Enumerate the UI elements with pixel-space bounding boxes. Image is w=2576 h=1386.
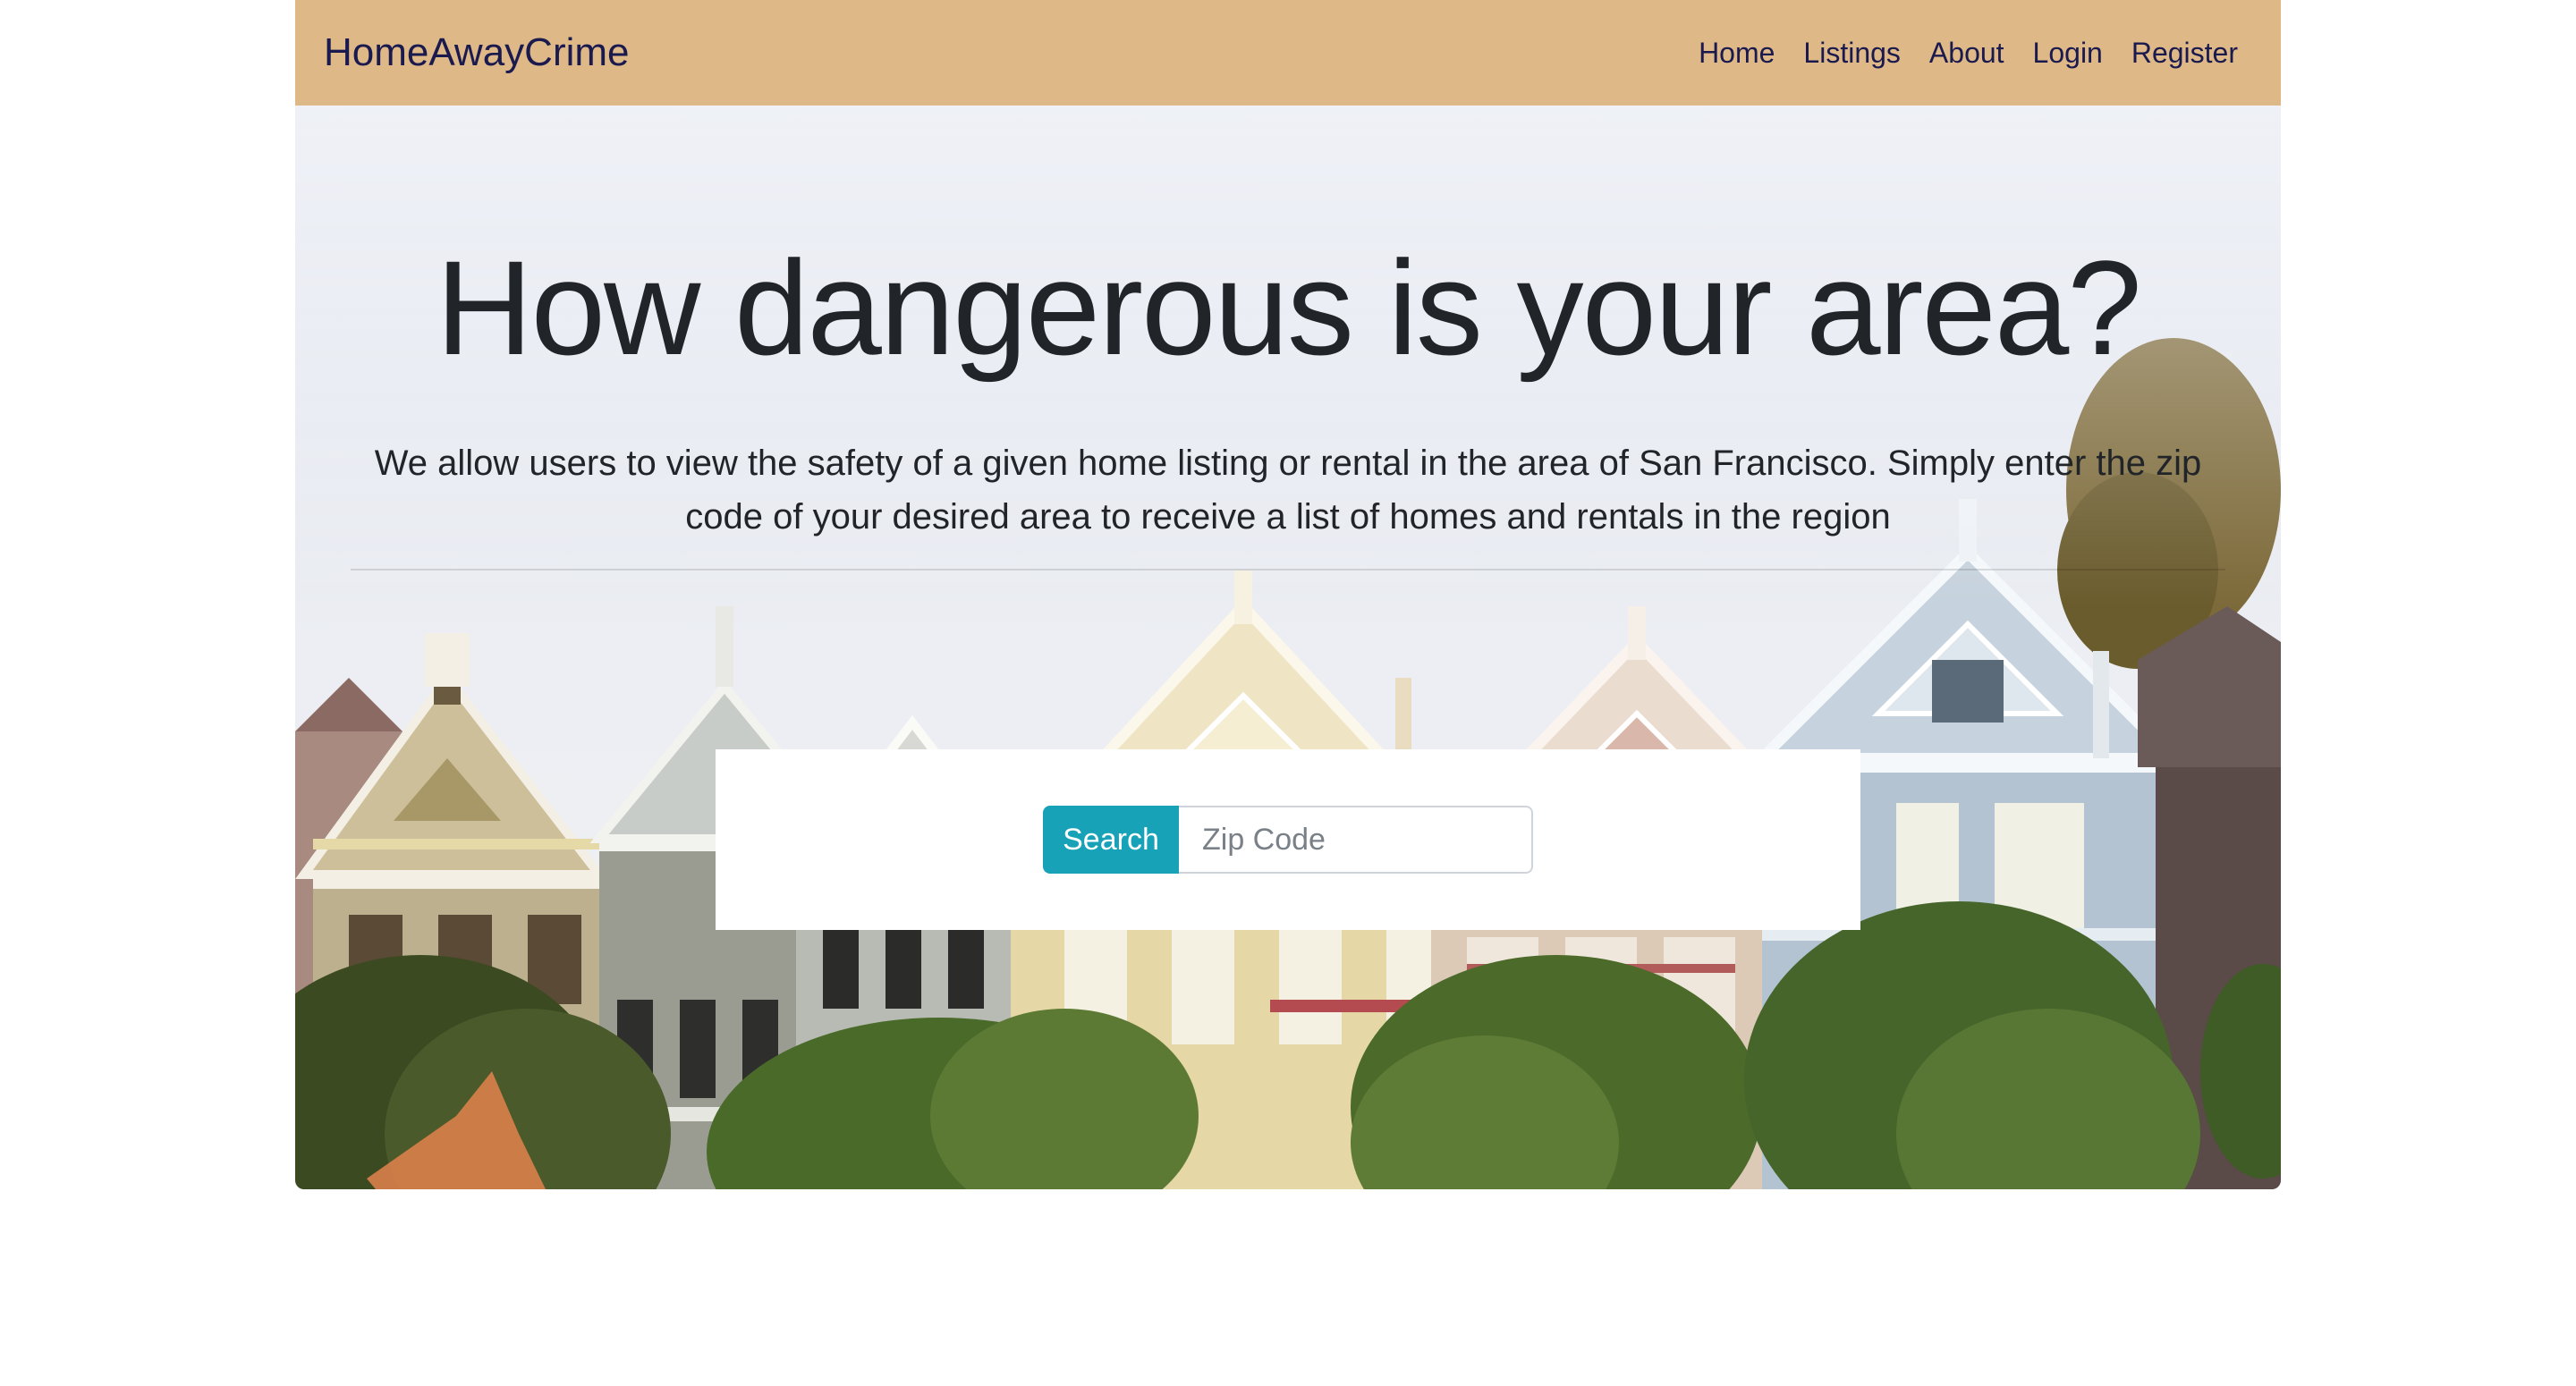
zip-code-input[interactable] bbox=[1179, 806, 1533, 874]
nav-link-login[interactable]: Login bbox=[2033, 37, 2103, 70]
hero-divider bbox=[351, 569, 2225, 570]
nav-link-about[interactable]: About bbox=[1929, 37, 2004, 70]
nav-link-home[interactable]: Home bbox=[1699, 37, 1775, 70]
nav-links: Home Listings About Login Register bbox=[1699, 37, 2238, 70]
nav-link-register[interactable]: Register bbox=[2131, 37, 2238, 70]
search-input-group: Search bbox=[1043, 806, 1533, 874]
hero-title: How dangerous is your area? bbox=[436, 232, 2141, 383]
search-card: Search bbox=[716, 749, 1860, 930]
hero-lead-text: We allow users to view the safety of a g… bbox=[374, 444, 2202, 537]
hero-jumbotron: How dangerous is your area? We allow use… bbox=[295, 106, 2281, 1189]
nav-link-listings[interactable]: Listings bbox=[1803, 37, 1901, 70]
search-button[interactable]: Search bbox=[1043, 806, 1179, 874]
brand-link[interactable]: HomeAwayCrime bbox=[324, 30, 630, 75]
navbar: HomeAwayCrime Home Listings About Login … bbox=[295, 0, 2281, 106]
